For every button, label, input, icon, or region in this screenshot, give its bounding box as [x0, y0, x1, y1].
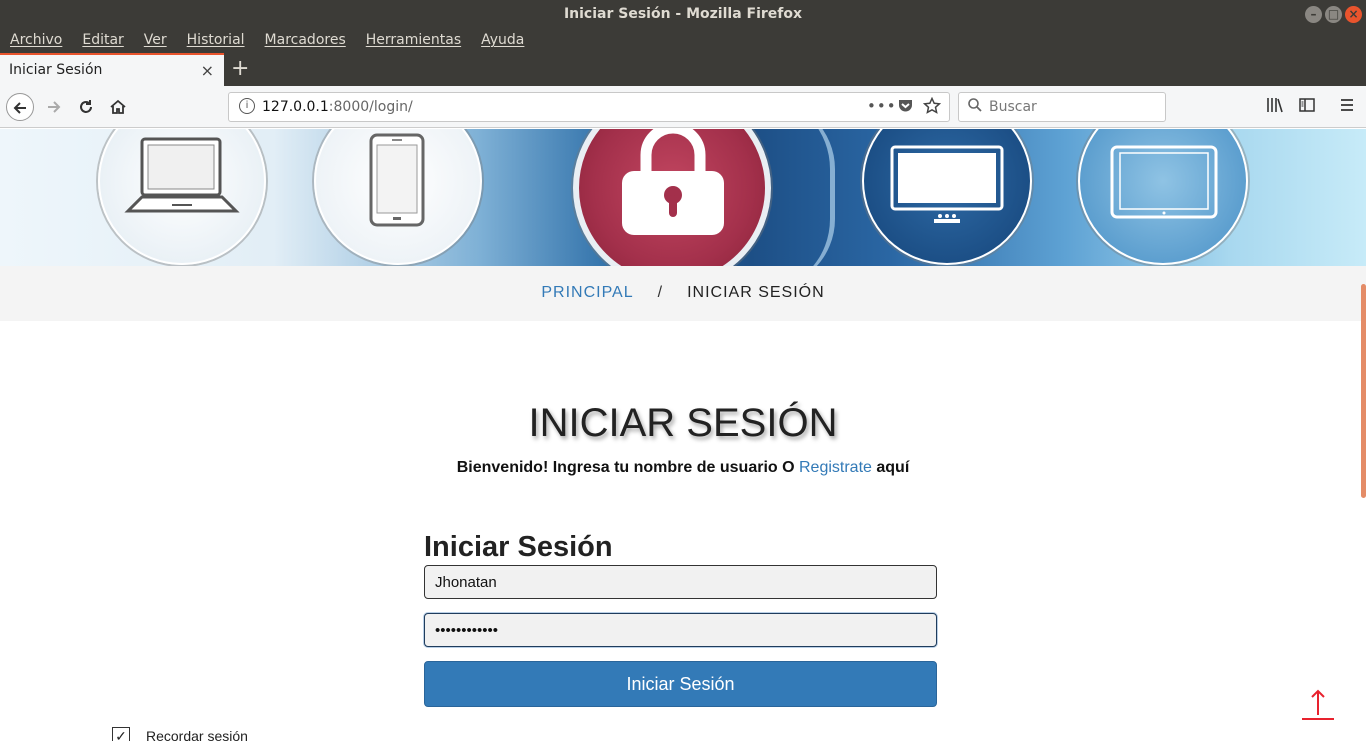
- phone-icon: [369, 133, 425, 227]
- url-bar[interactable]: i 127.0.0.1:8000/login/ •••: [228, 92, 950, 122]
- minimize-button[interactable]: –: [1305, 6, 1322, 23]
- window-titlebar: Iniciar Sesión - Mozilla Firefox – □ ×: [0, 0, 1366, 29]
- monitor-icon: [890, 145, 1004, 223]
- maximize-button[interactable]: □: [1325, 6, 1342, 23]
- page-viewport: PRINCIPAL / INICIAR SESIÓN INICIAR SESIÓN …: [0, 129, 1366, 741]
- menu-historial[interactable]: Historial: [187, 32, 245, 53]
- window-controls: – □ ×: [1305, 6, 1362, 23]
- username-input[interactable]: [424, 565, 937, 599]
- menu-ver[interactable]: Ver: [144, 32, 167, 53]
- url-host: 127.0.0.1: [262, 99, 329, 115]
- search-icon: [967, 97, 983, 117]
- welcome-prefix: Bienvenido! Ingresa tu nombre de usuario…: [456, 459, 795, 476]
- hero-banner: [0, 129, 1366, 266]
- sidebar-icon[interactable]: [1298, 96, 1316, 118]
- url-path: :8000/login/: [328, 99, 413, 115]
- breadcrumb-separator: /: [657, 284, 664, 301]
- info-icon[interactable]: i: [239, 98, 255, 114]
- forward-icon[interactable]: [40, 93, 68, 121]
- tablet-icon: [1110, 145, 1218, 219]
- menu-archivo[interactable]: Archivo: [10, 32, 62, 53]
- welcome-text: Bienvenido! Ingresa tu nombre de usuario…: [0, 459, 1366, 477]
- back-icon[interactable]: [6, 93, 34, 121]
- tab-bar: Iniciar Sesión × +: [0, 53, 1366, 86]
- navigation-bar: i 127.0.0.1:8000/login/ •••: [0, 86, 1366, 128]
- login-form: Iniciar Sesión Iniciar Sesión: [424, 531, 937, 707]
- password-input[interactable]: [424, 613, 937, 647]
- breadcrumb-current: INICIAR SESIÓN: [687, 284, 825, 301]
- laptop-icon: [124, 137, 240, 213]
- register-link[interactable]: Registrate: [799, 459, 872, 476]
- reload-icon[interactable]: [72, 93, 100, 121]
- lock-icon: [622, 129, 724, 235]
- pocket-icon[interactable]: [897, 97, 914, 118]
- ring-decoration: [765, 129, 835, 266]
- login-button[interactable]: Iniciar Sesión: [424, 661, 937, 707]
- home-icon[interactable]: [104, 93, 132, 121]
- remember-label: Recordar sesión: [146, 728, 248, 741]
- library-icon[interactable]: [1266, 96, 1284, 118]
- remember-checkbox[interactable]: ✓: [112, 727, 130, 741]
- scroll-top-icon[interactable]: [1302, 685, 1334, 721]
- star-icon[interactable]: [922, 96, 942, 119]
- breadcrumb: PRINCIPAL / INICIAR SESIÓN: [0, 266, 1366, 321]
- form-title: Iniciar Sesión: [424, 531, 613, 563]
- tab-title: Iniciar Sesión: [9, 62, 103, 78]
- welcome-suffix: aquí: [876, 459, 910, 476]
- more-icon[interactable]: •••: [867, 97, 897, 115]
- search-bar[interactable]: [958, 92, 1166, 122]
- menu-editar[interactable]: Editar: [82, 32, 123, 53]
- page-title: INICIAR SESIÓN: [528, 401, 838, 445]
- menu-bar: Archivo Editar Ver Historial Marcadores …: [0, 29, 1366, 53]
- menu-icon[interactable]: [1338, 96, 1356, 118]
- menu-marcadores[interactable]: Marcadores: [265, 32, 346, 53]
- close-window-button[interactable]: ×: [1345, 6, 1362, 23]
- search-input[interactable]: [989, 98, 1159, 116]
- breadcrumb-home-link[interactable]: PRINCIPAL: [541, 284, 633, 301]
- menu-ayuda[interactable]: Ayuda: [481, 32, 524, 53]
- close-tab-icon[interactable]: ×: [201, 61, 214, 80]
- new-tab-button[interactable]: +: [231, 56, 249, 81]
- window-title: Iniciar Sesión - Mozilla Firefox: [563, 6, 803, 22]
- scrollbar-thumb[interactable]: [1361, 284, 1366, 498]
- menu-herramientas[interactable]: Herramientas: [366, 32, 461, 53]
- url-text[interactable]: 127.0.0.1:8000/login/: [262, 99, 413, 115]
- tab-iniciar-sesion[interactable]: Iniciar Sesión ×: [0, 53, 224, 86]
